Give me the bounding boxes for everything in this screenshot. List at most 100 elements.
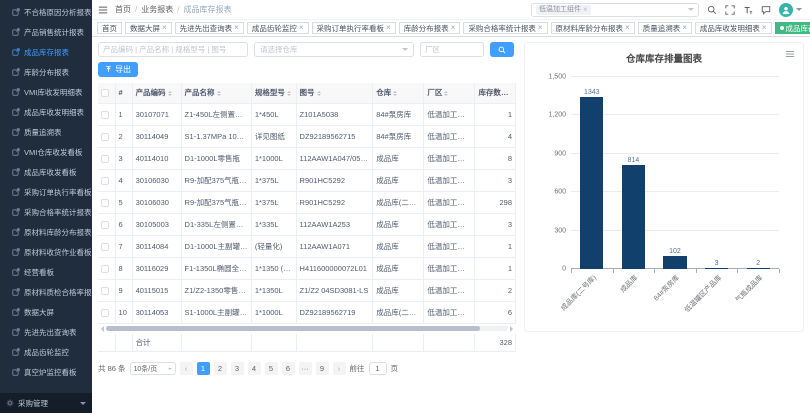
sidebar-item[interactable]: VMI仓库收发看板 bbox=[0, 142, 92, 162]
select-all-header[interactable] bbox=[98, 83, 115, 103]
scrollbar-track[interactable] bbox=[106, 326, 508, 331]
column-header[interactable]: 库存数量 bbox=[475, 83, 516, 103]
sidebar-item[interactable]: VMI库收发明细表 bbox=[0, 82, 92, 102]
tab-item[interactable]: 成品库存报表× bbox=[775, 22, 810, 34]
search-button[interactable] bbox=[490, 42, 514, 57]
sidebar-item[interactable]: 库龄分布报表 bbox=[0, 62, 92, 82]
sidebar-item[interactable]: 采购合格率统计报表 bbox=[0, 202, 92, 222]
message-icon[interactable] bbox=[761, 5, 771, 15]
tab-item[interactable]: 质量追溯表× bbox=[638, 22, 692, 34]
bar[interactable] bbox=[580, 97, 603, 269]
sidebar-collapse-icon[interactable] bbox=[98, 5, 108, 15]
goto-page-input[interactable] bbox=[369, 362, 387, 375]
sort-icon[interactable] bbox=[317, 89, 321, 98]
row-checkbox[interactable] bbox=[101, 155, 109, 163]
tab-item[interactable]: 数据大屏× bbox=[125, 22, 172, 34]
breadcrumb-home[interactable]: 首页 bbox=[115, 4, 131, 15]
row-checkbox[interactable] bbox=[101, 309, 109, 317]
sidebar-item[interactable]: 质量追溯表 bbox=[0, 122, 92, 142]
bar[interactable] bbox=[747, 268, 770, 269]
sort-icon[interactable] bbox=[444, 89, 448, 98]
sidebar-item[interactable]: 成品齿轮监控 bbox=[0, 342, 92, 362]
bar[interactable] bbox=[663, 256, 686, 269]
row-checkbox[interactable] bbox=[101, 221, 109, 229]
tab-item[interactable]: 成品库收发明细表× bbox=[695, 22, 772, 34]
tab-item[interactable]: 成品齿轮监控× bbox=[247, 22, 309, 34]
sidebar-item[interactable]: 采购订单执行率看板 bbox=[0, 182, 92, 202]
sort-icon[interactable] bbox=[510, 89, 514, 98]
tab-close-icon[interactable]: × bbox=[682, 24, 687, 32]
sidebar-item[interactable]: 真空炉监控看板 bbox=[0, 362, 92, 382]
sidebar-item[interactable]: 产品销售统计报表 bbox=[0, 22, 92, 42]
page-button[interactable]: 6 bbox=[282, 362, 295, 375]
scroll-right-icon[interactable] bbox=[510, 326, 516, 332]
tab-close-icon[interactable]: × bbox=[538, 24, 543, 32]
page-ellipsis-button[interactable]: ··· bbox=[299, 362, 312, 375]
fullscreen-icon[interactable] bbox=[725, 5, 735, 15]
column-header[interactable]: 产品名称 bbox=[181, 83, 251, 103]
select-all-checkbox[interactable] bbox=[101, 89, 109, 97]
sort-icon[interactable] bbox=[393, 89, 397, 98]
sidebar-item[interactable]: 成品库存报表 bbox=[0, 42, 92, 62]
sidebar-item[interactable]: 原材料质检合格率报表 bbox=[0, 282, 92, 302]
scroll-left-icon[interactable] bbox=[98, 326, 104, 332]
sidebar-item[interactable]: 原材料库龄分布报表 bbox=[0, 222, 92, 242]
row-checkbox[interactable] bbox=[101, 177, 109, 185]
export-button[interactable]: 导出 bbox=[98, 62, 138, 77]
tab-close-icon[interactable]: × bbox=[234, 24, 239, 32]
warehouse-select[interactable]: 请选择仓库 bbox=[254, 42, 414, 57]
tab-item[interactable]: 库龄分布报表× bbox=[399, 22, 461, 34]
row-checkbox[interactable] bbox=[101, 111, 109, 119]
sort-icon[interactable] bbox=[287, 89, 291, 98]
column-header[interactable]: 产品编码 bbox=[132, 83, 181, 103]
sort-icon[interactable] bbox=[168, 89, 172, 98]
sidebar-item[interactable]: 经营看板 bbox=[0, 262, 92, 282]
user-menu[interactable] bbox=[779, 3, 802, 17]
page-size-select[interactable]: 10条/页 bbox=[130, 362, 176, 375]
sidebar-item[interactable]: 成品库收发看板 bbox=[0, 162, 92, 182]
tab-item[interactable]: 采购合格率统计报表× bbox=[463, 22, 547, 34]
page-button[interactable]: 2 bbox=[214, 362, 227, 375]
sidebar-item[interactable]: 成品库收发明细表 bbox=[0, 102, 92, 122]
row-checkbox[interactable] bbox=[101, 243, 109, 251]
column-header[interactable]: 图号 bbox=[296, 83, 373, 103]
tab-item[interactable]: 先进先出查询表× bbox=[175, 22, 244, 34]
tab-item[interactable]: 原材料库龄分布报表× bbox=[551, 22, 635, 34]
search-icon[interactable] bbox=[707, 5, 717, 15]
breadcrumb-section[interactable]: 业务报表 bbox=[141, 4, 173, 15]
bar[interactable] bbox=[622, 165, 645, 269]
tab-close-icon[interactable]: × bbox=[299, 24, 304, 32]
next-page-button[interactable]: › bbox=[333, 362, 346, 375]
row-checkbox[interactable] bbox=[101, 265, 109, 273]
row-checkbox[interactable] bbox=[101, 287, 109, 295]
chart-toolbox-icon[interactable] bbox=[785, 49, 795, 59]
tab-item[interactable]: 首页 bbox=[97, 22, 122, 34]
prev-page-button[interactable]: ‹ bbox=[180, 362, 193, 375]
sidebar-item[interactable]: 数据大屏 bbox=[0, 302, 92, 322]
tab-close-icon[interactable]: × bbox=[762, 24, 767, 32]
factory-input[interactable] bbox=[420, 42, 484, 57]
page-button[interactable]: 5 bbox=[265, 362, 278, 375]
sidebar-item[interactable]: 不合格原因分析报表 bbox=[0, 2, 92, 22]
font-size-icon[interactable] bbox=[743, 5, 753, 15]
bar[interactable] bbox=[705, 268, 728, 269]
column-header[interactable]: 仓库 bbox=[373, 83, 424, 103]
tab-item[interactable]: 采购订单执行率看板× bbox=[312, 22, 396, 34]
column-header[interactable]: 规格型号 bbox=[251, 83, 296, 103]
sort-icon[interactable] bbox=[217, 89, 221, 98]
sidebar-item[interactable]: 先进先出查询表 bbox=[0, 322, 92, 342]
row-checkbox[interactable] bbox=[101, 133, 109, 141]
sidebar-item[interactable]: 原材料收货作业看板 bbox=[0, 242, 92, 262]
tab-close-icon[interactable]: × bbox=[386, 24, 391, 32]
page-button[interactable]: 1 bbox=[197, 362, 210, 375]
page-button[interactable]: 9 bbox=[316, 362, 329, 375]
org-filter-select[interactable]: 低温加工组件 × bbox=[531, 3, 699, 17]
tab-close-icon[interactable]: × bbox=[625, 24, 630, 32]
keyword-input[interactable] bbox=[98, 42, 248, 57]
tag-close-icon[interactable]: × bbox=[583, 5, 588, 15]
column-header[interactable]: 厂区 bbox=[424, 83, 475, 103]
tab-close-icon[interactable]: × bbox=[451, 24, 456, 32]
page-button[interactable]: 4 bbox=[248, 362, 261, 375]
tab-close-icon[interactable]: × bbox=[162, 24, 167, 32]
sidebar-item-purchase-management[interactable]: 采购管理 bbox=[0, 393, 92, 413]
